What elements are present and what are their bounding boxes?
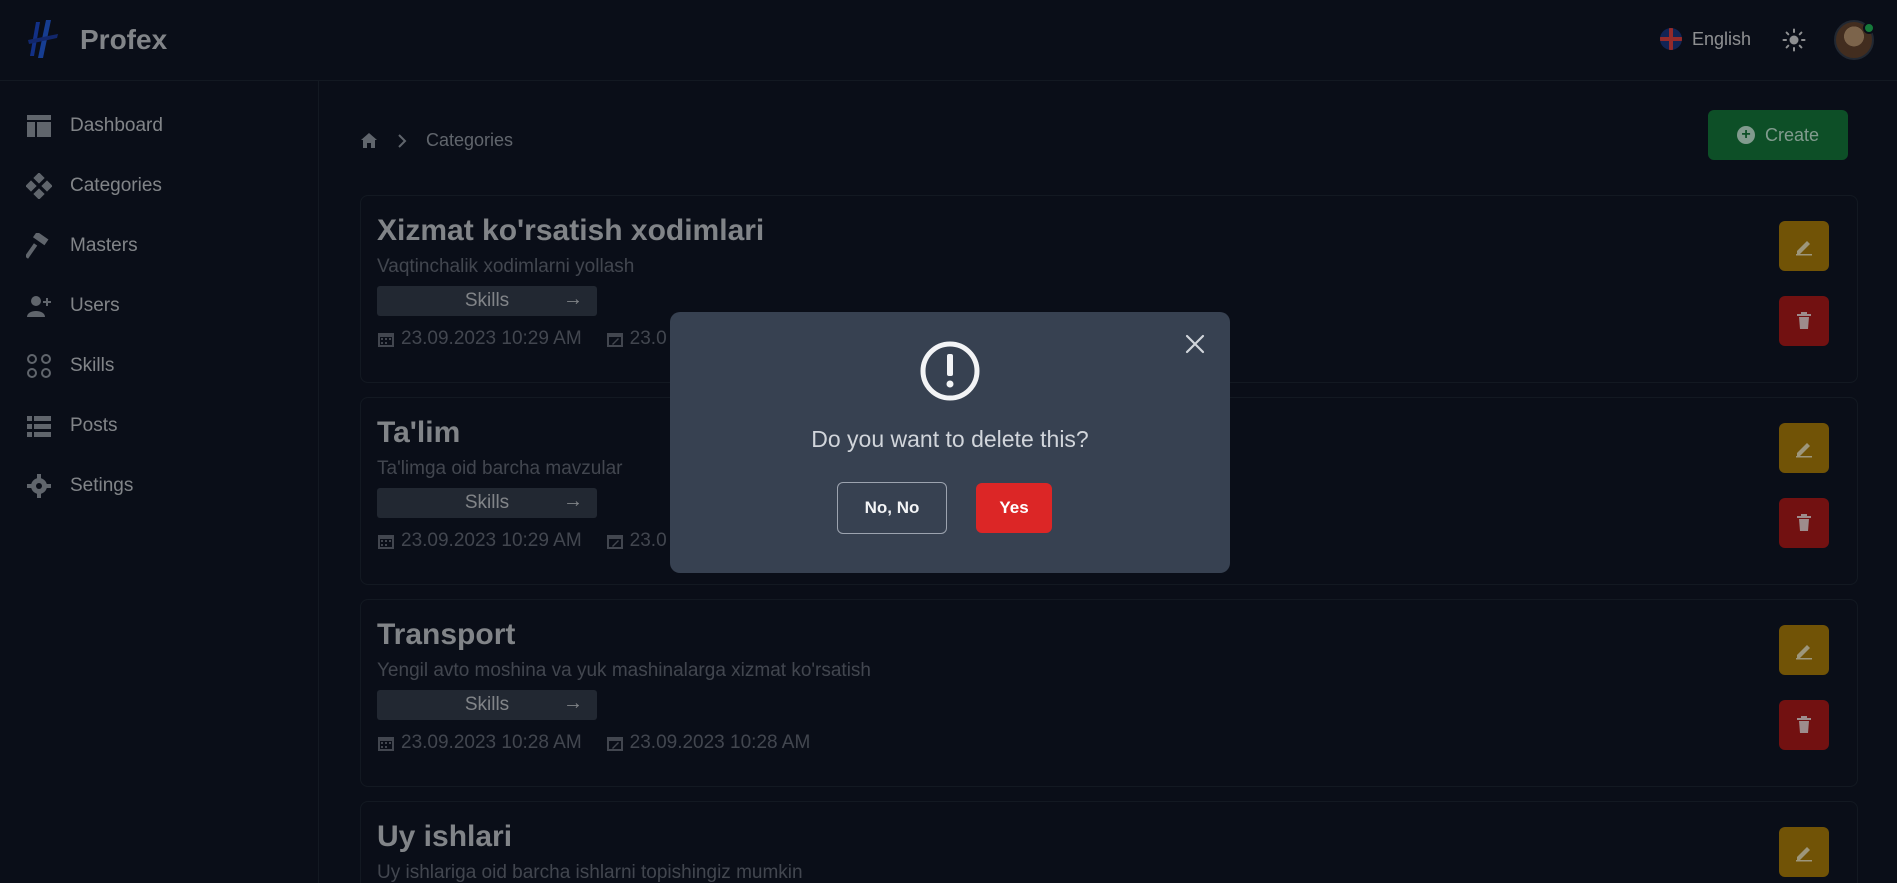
exclamation-circle-icon <box>920 341 980 401</box>
cancel-button[interactable]: No, No <box>837 482 947 534</box>
confirm-delete-button[interactable]: Yes <box>976 483 1052 533</box>
close-icon[interactable] <box>1183 332 1207 356</box>
dialog-message: Do you want to delete this? <box>811 426 1089 452</box>
delete-confirm-dialog: Do you want to delete this? No, No Yes <box>670 312 1230 573</box>
